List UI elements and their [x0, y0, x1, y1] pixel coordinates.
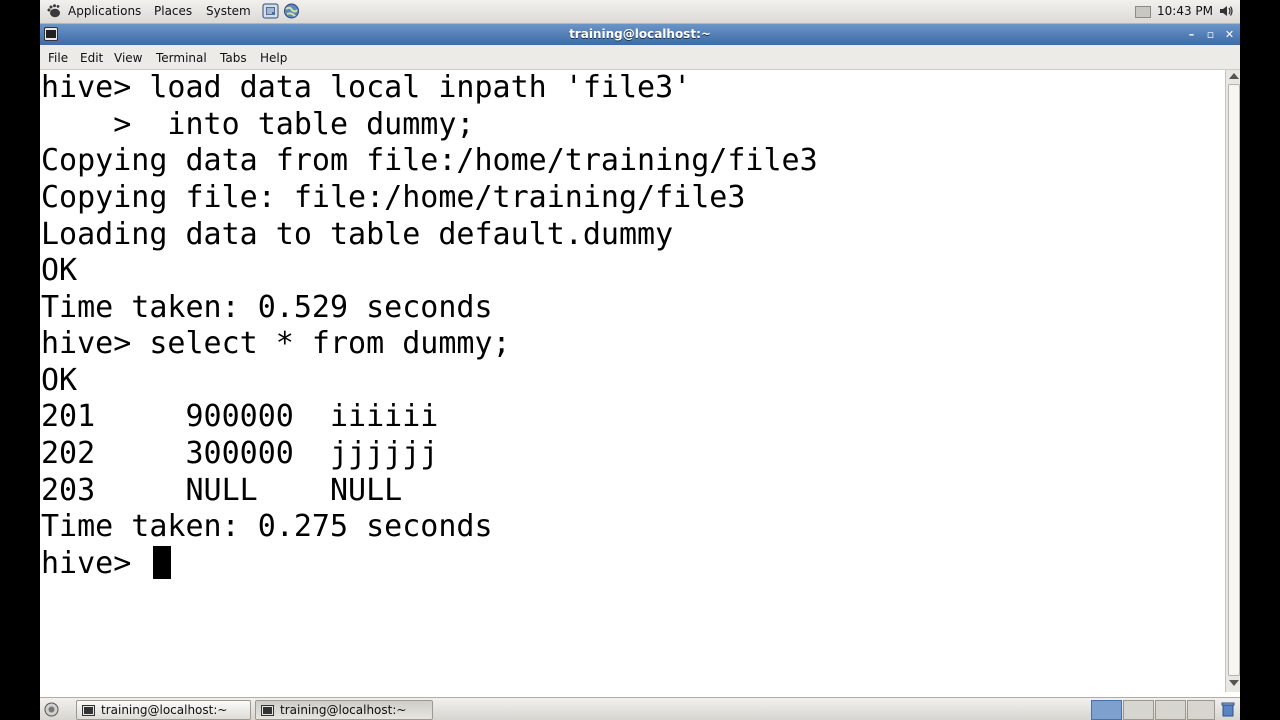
minimize-icon: – [1188, 28, 1195, 41]
maximize-button[interactable]: ▫ [1203, 27, 1218, 42]
terminal-line: Copying data from file:/home/training/fi… [41, 143, 818, 178]
scroll-down-arrow-icon[interactable] [1229, 680, 1239, 686]
terminal-line: 201 900000 iiiiii [41, 399, 439, 434]
system-menu[interactable]: System [206, 4, 251, 18]
minimize-button[interactable]: – [1184, 27, 1199, 42]
terminal-line: hive> select * from dummy; [41, 326, 511, 361]
top-panel: Applications Places System 10:43 PM [40, 0, 1240, 24]
menu-help[interactable]: Help [260, 51, 287, 65]
places-label: Places [154, 4, 193, 18]
system-label: System [206, 4, 251, 18]
taskbar-button-label: training@localhost:~ [280, 703, 407, 717]
scroll-up-arrow-icon[interactable] [1229, 73, 1239, 79]
menu-bar: File Edit View Terminal Tabs Help [40, 45, 1240, 70]
taskbar-button[interactable]: training@localhost:~ [76, 700, 251, 720]
taskbar-button-label: training@localhost:~ [101, 703, 228, 717]
taskbar-button[interactable]: training@localhost:~ [255, 700, 433, 720]
web-browser-launcher-icon[interactable] [283, 3, 300, 19]
terminal-line: OK [41, 253, 78, 288]
terminal-task-icon [261, 704, 274, 716]
workspace-switcher-1[interactable] [1091, 700, 1122, 720]
scrollbar-thumb[interactable] [1228, 84, 1240, 676]
applications-menu[interactable]: Applications [46, 4, 141, 18]
window-title: training@localhost:~ [569, 27, 711, 41]
close-button[interactable]: ✕ [1222, 27, 1237, 42]
bottom-panel: training@localhost:~ training@localhost:… [40, 697, 1240, 720]
terminal-line: 202 300000 jjjjjj [41, 436, 439, 471]
text-editor-launcher-icon[interactable] [262, 3, 279, 19]
workspace-switcher-3[interactable] [1155, 700, 1186, 720]
menu-edit[interactable]: Edit [80, 51, 103, 65]
terminal-line: 203 NULL NULL [41, 473, 403, 508]
menu-file[interactable]: File [48, 51, 68, 65]
workspace-switcher-4[interactable] [1187, 700, 1215, 720]
menu-tabs[interactable]: Tabs [220, 51, 247, 65]
trash-icon[interactable] [1220, 702, 1236, 717]
text-cursor [153, 546, 171, 579]
maximize-icon: ▫ [1206, 28, 1215, 41]
terminal-line: Time taken: 0.529 seconds [41, 290, 493, 325]
places-menu[interactable]: Places [154, 4, 192, 18]
gnome-foot-icon [47, 4, 60, 18]
close-icon: ✕ [1224, 28, 1235, 41]
show-desktop-icon[interactable] [44, 702, 59, 717]
terminal-line: hive> load data local inpath 'file3' [41, 70, 692, 105]
notification-tray-icon[interactable] [1135, 6, 1151, 18]
terminal-line: OK [41, 363, 78, 398]
clock[interactable]: 10:43 PM [1157, 4, 1213, 18]
terminal-task-icon [82, 704, 95, 716]
terminal-line: Copying file: file:/home/training/file3 [41, 180, 746, 215]
terminal-prompt-line: hive> [41, 546, 150, 581]
terminal-line: > into table dummy; [41, 107, 475, 142]
terminal-line: Loading data to table default.dummy [41, 217, 674, 252]
desktop-frame: Applications Places System 10:43 PM trai… [40, 0, 1240, 720]
terminal-scrollbar[interactable] [1225, 70, 1240, 692]
terminal-line: Time taken: 0.275 seconds [41, 509, 493, 544]
workspace-switcher-2[interactable] [1123, 700, 1154, 720]
applications-label: Applications [68, 4, 142, 18]
window-title-bar[interactable]: training@localhost:~ – ▫ ✕ [40, 24, 1240, 45]
volume-icon[interactable] [1218, 3, 1234, 19]
menu-view[interactable]: View [114, 51, 142, 65]
terminal-output[interactable]: hive> load data local inpath 'file3' > i… [40, 70, 1225, 692]
menu-terminal[interactable]: Terminal [156, 51, 207, 65]
